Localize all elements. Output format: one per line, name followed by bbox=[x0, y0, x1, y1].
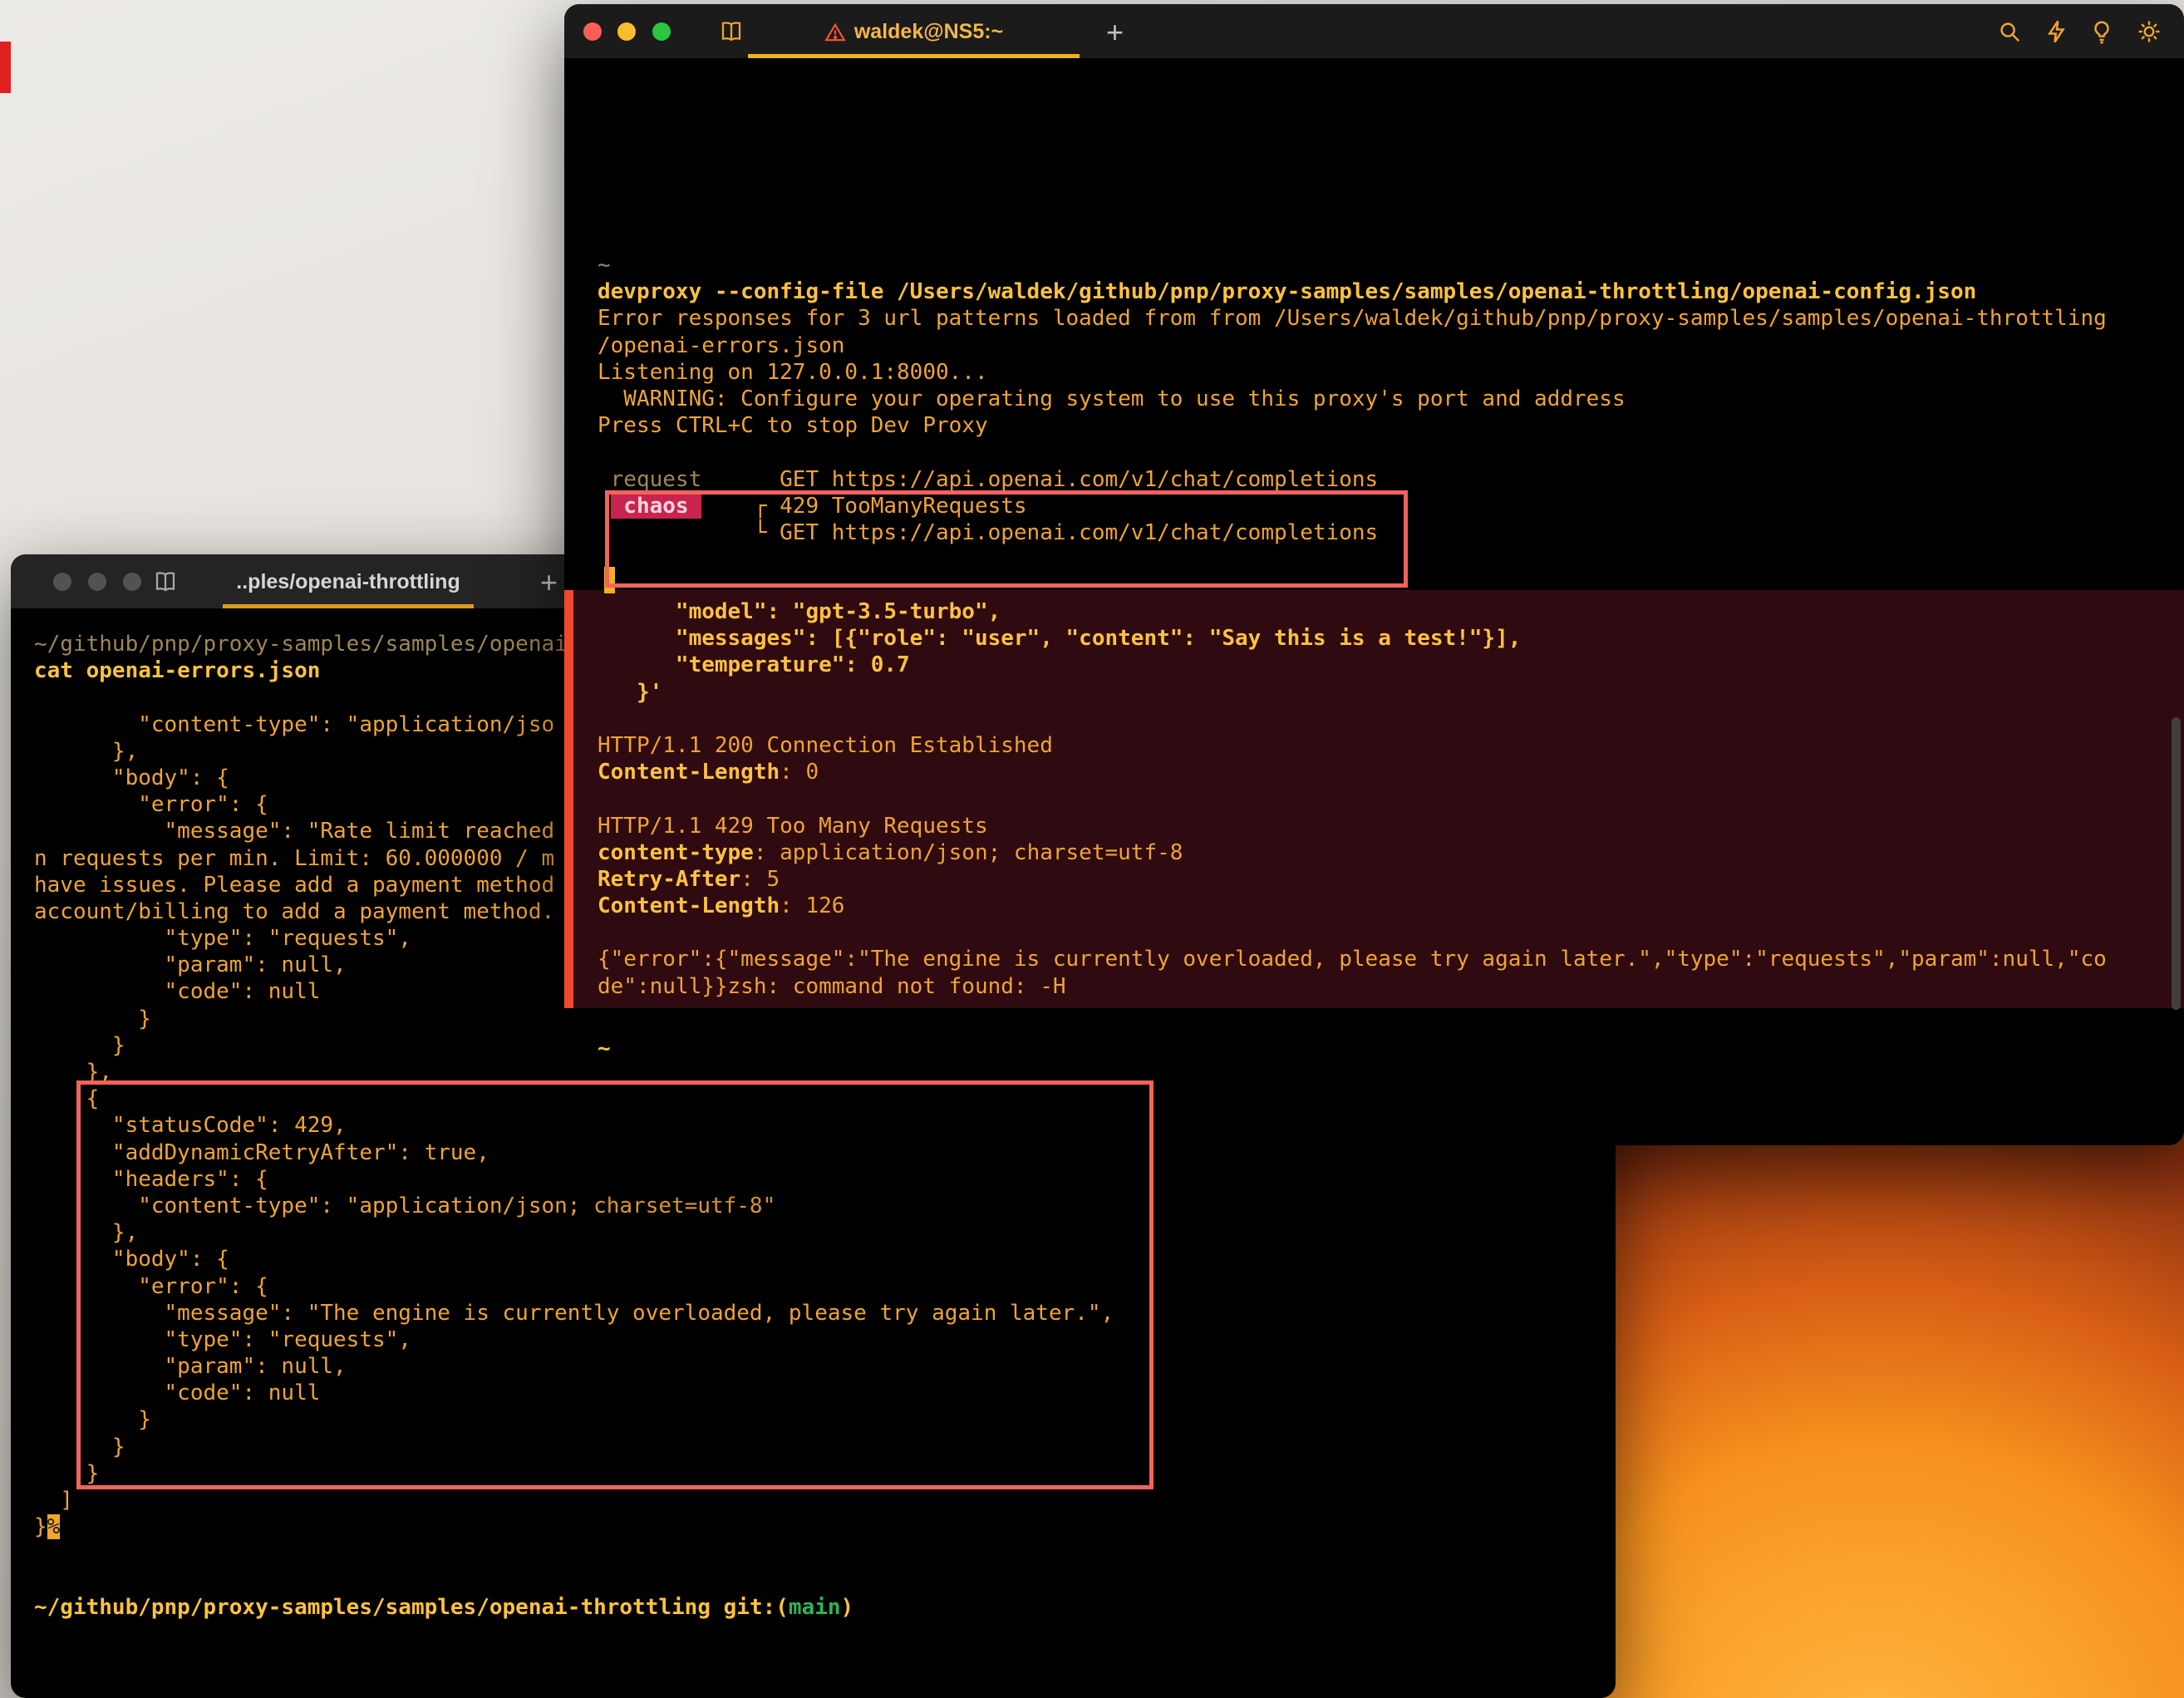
lightbulb-icon[interactable] bbox=[2089, 19, 2114, 44]
terminal-line: }' bbox=[598, 679, 2184, 706]
bolt-icon[interactable] bbox=[2044, 19, 2069, 44]
search-icon[interactable] bbox=[1997, 19, 2022, 44]
new-tab-button[interactable]: + bbox=[540, 554, 558, 610]
terminal-line bbox=[34, 1540, 1114, 1567]
tab-openai-throttling[interactable]: ..ples/openai-throttling bbox=[223, 554, 474, 610]
terminal-line: /openai-errors.json bbox=[598, 332, 2107, 359]
close-button[interactable] bbox=[583, 22, 602, 41]
warning-icon bbox=[824, 22, 846, 43]
terminal-line: {"error":{"message":"The engine is curre… bbox=[598, 946, 2184, 972]
terminal-line: ] bbox=[34, 1487, 1114, 1513]
terminal-line: de":null}}zsh: command not found: -H bbox=[598, 973, 2184, 1000]
terminal-line: Content-Length: 126 bbox=[598, 893, 2184, 919]
front-window-titlebar[interactable]: waldek@NS5:~ + bbox=[564, 4, 2184, 60]
terminal-line bbox=[598, 785, 2184, 812]
terminal-line bbox=[598, 919, 2184, 946]
terminal-line: request GET https://api.openai.com/v1/ch… bbox=[598, 466, 2107, 493]
tab-title: waldek@NS5:~ bbox=[854, 20, 1003, 44]
active-tab-indicator bbox=[223, 604, 474, 608]
desktop-background: ..ples/openai-throttling + ~/github/pnp/… bbox=[0, 0, 2184, 1698]
chaos-response-block: "model": "gpt-3.5-turbo", "messages": [{… bbox=[564, 590, 2184, 1008]
terminal-line: devproxy --config-file /Users/waldek/git… bbox=[598, 278, 2107, 305]
minimize-button[interactable] bbox=[617, 22, 636, 41]
terminal-line bbox=[598, 706, 2184, 732]
minimize-button[interactable] bbox=[88, 573, 106, 591]
book-icon[interactable] bbox=[153, 569, 178, 594]
terminal-line: "temperature": 0.7 bbox=[598, 652, 2184, 678]
active-tab-indicator bbox=[748, 54, 1080, 58]
terminal-line: Press CTRL+C to stop Dev Proxy bbox=[598, 412, 2107, 439]
new-tab-button[interactable]: + bbox=[1106, 4, 1124, 60]
scrollbar-thumb[interactable] bbox=[2172, 717, 2181, 1010]
prompt-line: ~ bbox=[598, 1036, 611, 1061]
zoom-button[interactable] bbox=[652, 22, 671, 41]
terminal-line: ~/github/pnp/proxy-samples/samples/opena… bbox=[34, 1594, 1114, 1621]
zoom-button[interactable] bbox=[123, 573, 141, 591]
terminal-line: Listening on 127.0.0.1:8000... bbox=[598, 359, 2107, 386]
terminal-line bbox=[598, 439, 2107, 465]
terminal-line: "messages": [{"role": "user", "content":… bbox=[598, 625, 2184, 652]
book-icon[interactable] bbox=[719, 19, 744, 44]
annotation-box-429-entry bbox=[76, 1080, 1153, 1489]
tab-title: ..ples/openai-throttling bbox=[236, 570, 460, 594]
terminal-line: "model": "gpt-3.5-turbo", bbox=[598, 598, 2184, 625]
terminal-line bbox=[34, 1568, 1114, 1594]
tab-waldek-ns5[interactable]: waldek@NS5:~ bbox=[748, 4, 1080, 60]
terminal-line: content-type: application/json; charset=… bbox=[598, 839, 2184, 866]
terminal-line: Content-Length: 0 bbox=[598, 759, 2184, 785]
terminal-line: ~ bbox=[598, 252, 2107, 278]
gear-icon[interactable] bbox=[2137, 19, 2162, 44]
annotation-box-chaos-response bbox=[605, 490, 1408, 588]
terminal-line: Retry-After: 5 bbox=[598, 866, 2184, 893]
terminal-line: HTTP/1.1 429 Too Many Requests bbox=[598, 813, 2184, 839]
terminal-line: WARNING: Configure your operating system… bbox=[598, 386, 2107, 412]
terminal-line: }% bbox=[34, 1513, 1114, 1540]
screen-edge-red-marker bbox=[0, 42, 11, 93]
terminal-line: HTTP/1.1 200 Connection Established bbox=[598, 732, 2184, 759]
terminal-line: Error responses for 3 url patterns loade… bbox=[598, 305, 2107, 332]
close-button[interactable] bbox=[53, 573, 71, 591]
